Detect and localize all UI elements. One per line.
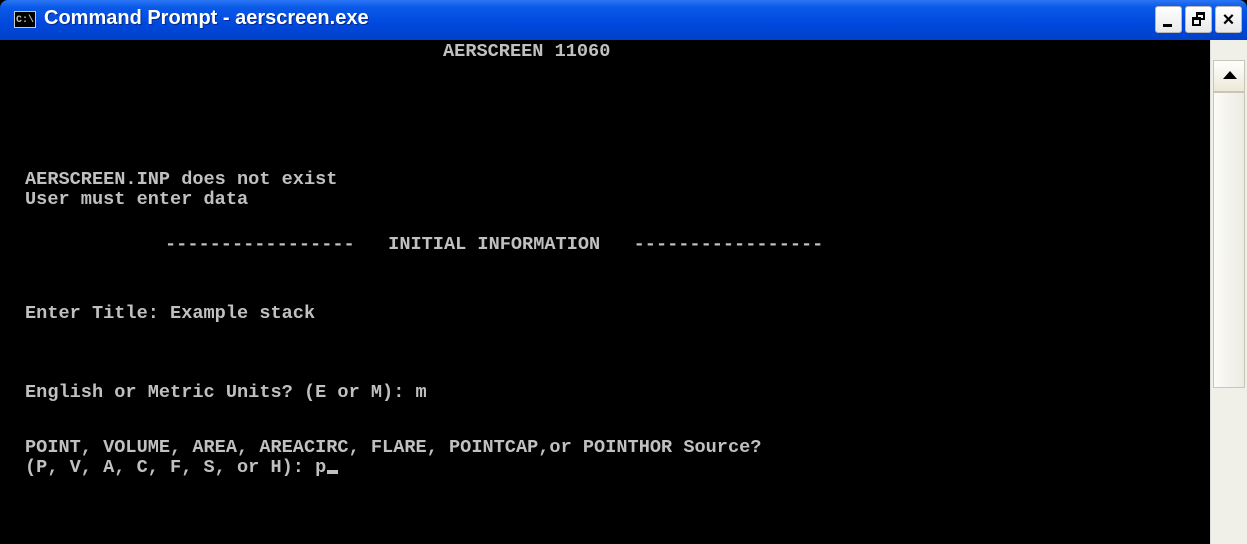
console-line-header: AERSCREEN 11060	[443, 41, 611, 62]
console-line: AERSCREEN.INP does not exist	[25, 169, 338, 190]
command-prompt-window: C:\ Command Prompt - aerscreen.exe × AER…	[0, 0, 1247, 544]
console-line: Enter Title: Example stack	[25, 303, 316, 324]
console-line: English or Metric Units? (E or M): m	[25, 382, 427, 403]
vertical-scrollbar[interactable]	[1210, 40, 1247, 544]
console-line: POINT, VOLUME, AREA, AREACIRC, FLARE, PO…	[25, 437, 762, 458]
scroll-thumb[interactable]	[1213, 92, 1245, 388]
restore-button[interactable]	[1185, 6, 1212, 33]
console-icon[interactable]: C:\	[14, 11, 36, 28]
close-button[interactable]: ×	[1215, 6, 1242, 33]
window-title: Command Prompt - aerscreen.exe	[44, 7, 369, 29]
console-prompt-text: (P, V, A, C, F, S, or H): p	[25, 457, 327, 478]
scroll-up-button[interactable]	[1213, 60, 1245, 92]
minimize-button[interactable]	[1155, 6, 1182, 33]
console-output[interactable]: AERSCREEN 11060 AERSCREEN.INP does not e…	[4, 40, 1210, 544]
console-line: User must enter data	[25, 189, 249, 210]
console-line-section-header: ----------------- INITIAL INFORMATION --…	[165, 234, 824, 255]
restore-icon-front	[1192, 17, 1201, 26]
text-cursor	[327, 470, 339, 474]
close-icon: ×	[1222, 9, 1235, 31]
console-prompt-line[interactable]: (P, V, A, C, F, S, or H): p	[25, 457, 339, 478]
title-bar[interactable]: C:\ Command Prompt - aerscreen.exe ×	[0, 0, 1247, 40]
